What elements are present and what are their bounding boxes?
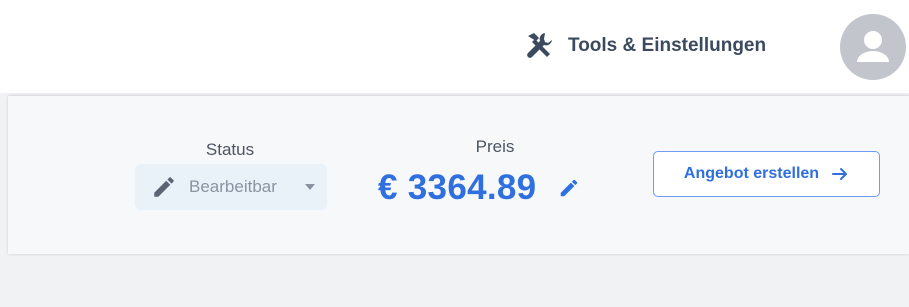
- user-avatar-icon: [857, 31, 889, 62]
- quote-panel: Status Bearbeitbar Preis € 3364.89 Angeb…: [8, 96, 909, 254]
- arrow-right-icon: [831, 165, 849, 183]
- tools-settings-link[interactable]: Tools & Einstellungen: [522, 28, 766, 64]
- top-bar: Tools & Einstellungen: [0, 0, 909, 93]
- price-label: Preis: [475, 137, 515, 156]
- status-value: Bearbeitbar: [189, 177, 277, 196]
- status-select[interactable]: Bearbeitbar: [135, 164, 327, 210]
- create-offer-button[interactable]: Angebot erstellen: [653, 151, 880, 197]
- price-value: € 3364.89: [378, 168, 537, 207]
- edit-price-icon[interactable]: [556, 175, 582, 201]
- price-display: € 3364.89: [378, 166, 582, 210]
- create-offer-label: Angebot erstellen: [683, 165, 820, 182]
- chevron-down-icon: [305, 184, 315, 190]
- pencil-icon: [151, 174, 177, 200]
- tools-settings-label: Tools & Einstellungen: [568, 35, 767, 56]
- content-area: [8, 256, 909, 307]
- tools-icon: [522, 29, 556, 63]
- user-avatar[interactable]: [840, 14, 906, 80]
- status-label: Status: [205, 140, 255, 159]
